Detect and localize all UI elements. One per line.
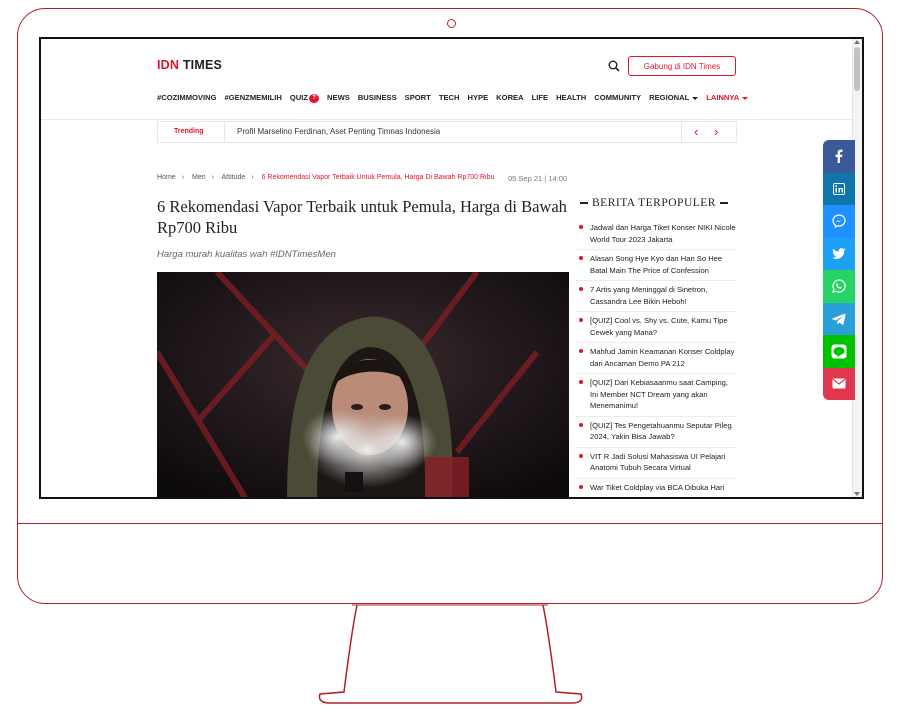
bullet-dot	[579, 422, 583, 427]
twitter-icon	[832, 247, 846, 259]
popular-news-item[interactable]: Alasan Song Hye Kyo dan Han So Hee Batal…	[576, 250, 737, 281]
bullet-dot	[579, 380, 583, 384]
popular-news-title: [QUIZ] Dari Kebiasaanmu saat Camping, In…	[590, 378, 729, 410]
nav-item-news[interactable]: NEWS	[327, 93, 350, 103]
search-icon[interactable]	[608, 60, 620, 72]
header-divider	[41, 119, 853, 120]
browser-viewport: IDN TIMES Gabung di IDN Times #COZIMMOVI…	[39, 37, 864, 499]
linkedin-icon	[833, 182, 845, 195]
share-linkedin-button[interactable]	[823, 172, 855, 205]
nav-item-quiz[interactable]: QUIZ?	[289, 93, 320, 103]
bullet-dot	[579, 484, 583, 489]
whatsapp-icon	[832, 279, 846, 294]
facebook-icon	[835, 149, 843, 164]
chevron-down-icon	[742, 96, 749, 100]
popular-news-title: War Tiket Coldplay via BCA Dibuka Hari	[590, 482, 725, 492]
popular-news-item[interactable]: [QUIZ] Dari Kebiasaanmu saat Camping, In…	[576, 374, 737, 417]
chevron-left-icon[interactable]: ‹	[694, 122, 698, 141]
breadcrumb-men[interactable]: Men	[192, 174, 206, 181]
popular-news-title: Jadwal dan Harga Tiket Konser NIKI Nicol…	[590, 223, 736, 244]
nav-item-genzmemilih[interactable]: #GENZMEMILIH	[225, 93, 282, 103]
nav-item-tech[interactable]: TECH	[439, 93, 460, 103]
popular-news-item[interactable]: War Tiket Coldplay via BCA Dibuka Hari	[576, 479, 737, 498]
popular-news-item[interactable]: [QUIZ] Cool vs. Shy vs. Cute, Kamu Tipe …	[576, 312, 737, 343]
bullet-dot	[579, 453, 583, 458]
messenger-icon	[832, 214, 846, 229]
quiz-badge-icon: ?	[309, 93, 320, 103]
nav-item-regional-label: REGIONAL	[649, 93, 690, 102]
breadcrumb-current: 6 Rekomendasi Vapor Terbaik Untuk Pemula…	[261, 174, 495, 181]
article-title: 6 Rekomendasi Vapor Terbaik untuk Pemula…	[157, 197, 567, 237]
popular-news-item[interactable]: [QUIZ] Tes Pengetahuanmu Seputar Pileg 2…	[576, 417, 737, 448]
scroll-down-arrow-icon[interactable]	[854, 492, 860, 496]
telegram-icon	[832, 313, 846, 325]
popular-news-title: 7 Artis yang Meninggal di Sinetron, Cass…	[590, 285, 708, 306]
share-email-button[interactable]	[823, 367, 855, 400]
chevron-down-icon	[692, 96, 699, 100]
popular-news-title: VIT R Jadi Solusi Mahasiswa UI Pelajari …	[590, 451, 726, 473]
popular-news-item[interactable]: VIT R Jadi Solusi Mahasiswa UI Pelajari …	[576, 448, 737, 479]
popular-news-title: Alasan Song Hye Kyo dan Han So Hee Batal…	[590, 254, 723, 275]
bullet-dot	[579, 318, 583, 322]
share-facebook-button[interactable]	[823, 140, 855, 173]
trending-headline[interactable]: Profil Marselino Ferdinan, Aset Penting …	[237, 122, 440, 142]
main-nav: #COZIMMOVING #GENZMEMILIH QUIZ? NEWS BUS…	[157, 93, 749, 103]
share-messenger-button[interactable]	[823, 205, 855, 238]
bullet-dot	[579, 225, 583, 229]
email-icon	[832, 378, 846, 389]
line-icon	[831, 344, 847, 359]
share-twitter-button[interactable]	[823, 237, 855, 270]
bullet-dot	[579, 287, 583, 291]
article-date: 05 Sep 21 | 14:00	[508, 174, 568, 183]
breadcrumb-separator: ›	[211, 174, 214, 181]
site-logo[interactable]: IDN TIMES	[157, 58, 222, 72]
heading-dash	[580, 202, 588, 205]
share-telegram-button[interactable]	[823, 302, 855, 335]
popular-news-title: [QUIZ] Tes Pengetahuanmu Seputar Pileg 2…	[590, 420, 732, 442]
nav-item-life[interactable]: LIFE	[532, 93, 548, 103]
nav-item-cozimmoving[interactable]: #COZIMMOVING	[157, 93, 217, 103]
join-button[interactable]: Gabung di IDN Times	[628, 56, 736, 76]
popular-news-item[interactable]: 7 Artis yang Meninggal di Sinetron, Cass…	[576, 281, 737, 312]
breadcrumb-separator: ›	[251, 174, 254, 181]
nav-item-business[interactable]: BUSINESS	[358, 93, 397, 103]
scrollbar-thumb[interactable]	[854, 47, 860, 91]
article-subtitle: Harga murah kualitas wah #IDNTimesMen	[157, 249, 336, 260]
popular-news-item[interactable]: Jadwal dan Harga Tiket Konser NIKI Nicol…	[576, 219, 737, 250]
nav-item-health[interactable]: HEALTH	[556, 93, 586, 103]
breadcrumb-attitude[interactable]: Attitude	[222, 174, 246, 181]
popular-news-list: Jadwal dan Harga Tiket Konser NIKI Nicol…	[576, 219, 737, 498]
bullet-dot	[579, 256, 583, 260]
popular-news-title: [QUIZ] Cool vs. Shy vs. Cute, Kamu Tipe …	[590, 316, 728, 337]
breadcrumb-separator: ›	[181, 174, 185, 181]
nav-item-lainnya[interactable]: LAINNYA	[706, 93, 749, 103]
share-whatsapp-button[interactable]	[823, 270, 855, 303]
scroll-up-arrow-icon[interactable]	[854, 40, 860, 44]
popular-news-heading-text: BERITA TERPOPULER	[592, 197, 716, 209]
chevron-right-icon[interactable]: ›	[714, 122, 718, 141]
nav-item-hype[interactable]: HYPE	[467, 93, 488, 103]
trending-bar: Trending Profil Marselino Ferdinan, Aset…	[157, 121, 737, 143]
popular-news-title: Mahfud Jamin Keamanan Konser Coldplay da…	[590, 347, 735, 368]
nav-item-regional[interactable]: REGIONAL	[649, 93, 699, 103]
breadcrumb: Home › Men › Attitude › 6 Rekomendasi Vapor…	[157, 174, 500, 181]
popular-news-heading: BERITA TERPOPULER	[576, 197, 737, 209]
heading-dash	[719, 202, 728, 205]
popular-news-item[interactable]: Mahfud Jamin Keamanan Konser Coldplay da…	[576, 343, 737, 374]
trending-divider	[224, 122, 225, 142]
article-hero-image	[157, 272, 569, 497]
nav-item-sport[interactable]: SPORT	[405, 93, 431, 103]
nav-item-korea[interactable]: KOREA	[496, 93, 523, 103]
bullet-dot	[579, 349, 583, 353]
share-line-button[interactable]	[823, 335, 855, 368]
breadcrumb-home[interactable]: Home	[157, 174, 176, 181]
nav-item-quiz-label: QUIZ	[289, 93, 309, 102]
share-bar	[823, 140, 855, 400]
nav-item-community[interactable]: COMMUNITY	[594, 93, 641, 103]
trending-label: Trending	[174, 128, 204, 135]
nav-item-lainnya-label: LAINNYA	[706, 93, 740, 102]
trending-nav-divider	[681, 122, 682, 142]
